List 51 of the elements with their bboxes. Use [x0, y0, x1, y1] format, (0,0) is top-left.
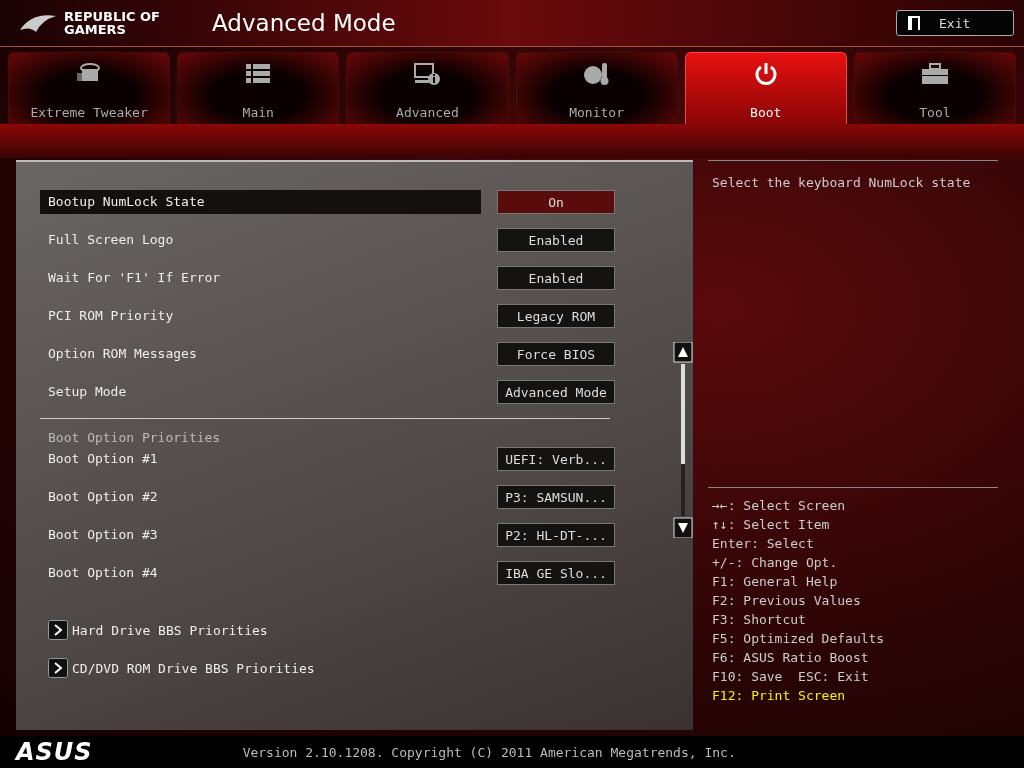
setting-value[interactable]: IBA GE Slo... — [497, 561, 615, 585]
setting-label[interactable]: Boot Option #1 — [40, 447, 481, 471]
key-hint: F3: Shortcut — [712, 611, 807, 629]
tab[interactable]: Tool — [853, 52, 1017, 124]
chevron-icon — [48, 620, 68, 640]
setting-value[interactable]: Enabled — [497, 228, 615, 252]
window-title: Advanced Mode — [212, 10, 397, 36]
setting-value[interactable]: Force BIOS — [497, 342, 615, 366]
setting-value[interactable]: P3: SAMSUN... — [497, 485, 615, 509]
setting-value[interactable]: P2: HL-DT-... — [497, 523, 615, 547]
tab[interactable]: Monitor — [515, 52, 678, 124]
setting-label[interactable]: Boot Option #2 — [40, 485, 481, 509]
key-hint: F6: ASUS Ratio Boost — [712, 649, 870, 667]
submenu-link[interactable]: Hard Drive BBS Priorities — [40, 611, 633, 649]
setting-label[interactable]: Option ROM Messages — [40, 342, 481, 366]
setting-value[interactable]: Enabled — [497, 266, 615, 290]
setting-value[interactable]: Advanced Mode — [497, 380, 615, 404]
chevron-icon — [48, 658, 68, 678]
setting-label[interactable]: Boot Option #4 — [40, 561, 481, 585]
key-hint: F10: Save ESC: Exit — [712, 668, 870, 686]
tab[interactable]: Main — [177, 52, 340, 124]
brand-logo: ASUS — [16, 738, 93, 766]
tab[interactable]: Boot — [684, 52, 847, 124]
help-description: Select the keyboard NumLock state — [712, 175, 971, 190]
setting-value[interactable]: UEFI: Verb... — [497, 447, 615, 471]
setting-label[interactable]: Setup Mode — [40, 380, 481, 404]
key-hint: +/-: Change Opt. — [712, 554, 839, 572]
setting-value[interactable]: Legacy ROM — [497, 304, 615, 328]
key-hint: →←: Select Screen — [712, 497, 847, 515]
key-hint: Enter: Select — [712, 535, 815, 553]
setting-label[interactable]: Boot Option #3 — [40, 523, 481, 547]
setting-label[interactable]: Wait For 'F1' If Error — [40, 266, 481, 290]
setting-label[interactable]: Bootup NumLock State — [40, 190, 481, 214]
door-icon — [907, 15, 921, 31]
key-hint: F12: Print Screen — [712, 687, 847, 705]
section-heading: Boot Option Priorities — [47, 429, 222, 447]
tab[interactable]: Advanced — [346, 52, 509, 124]
submenu-link[interactable]: CD/DVD ROM Drive BBS Priorities — [40, 649, 633, 687]
exit-button[interactable]: Exit — [896, 10, 1014, 36]
key-hint: F5: Optimized Defaults — [712, 630, 886, 648]
toolbox-icon — [919, 61, 950, 87]
monitor-info-icon — [412, 61, 443, 87]
version-text: Version 2.10.1208. Copyright (C) 2011 American Megatrends, Inc. — [242, 744, 736, 760]
setting-label[interactable]: Full Screen Logo — [40, 228, 481, 252]
key-hint: F1: General Help — [712, 573, 839, 591]
tab[interactable]: Extreme Tweaker — [8, 52, 171, 124]
setting-value[interactable]: On — [497, 190, 615, 214]
brand-logo-text: REPUBLIC OF GAMERS — [64, 10, 160, 36]
setting-label[interactable]: PCI ROM Priority — [40, 304, 481, 328]
key-hint: ↑↓: Select Item — [712, 516, 831, 534]
key-hint: F2: Previous Values — [712, 592, 862, 610]
